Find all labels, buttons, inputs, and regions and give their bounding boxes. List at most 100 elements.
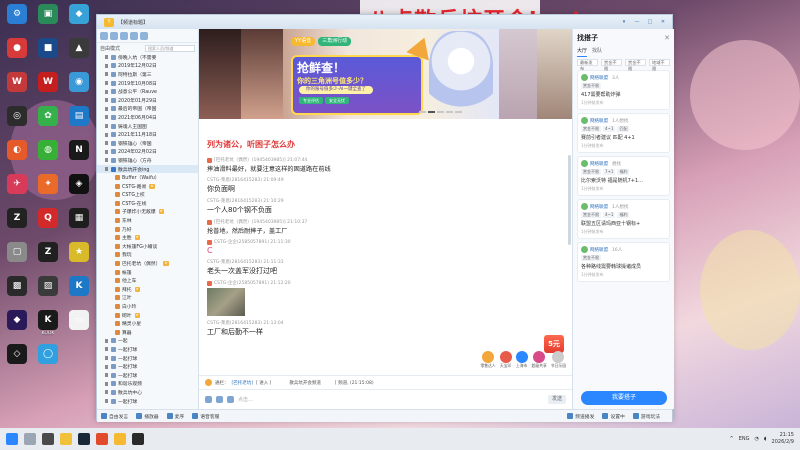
desktop-shortcut[interactable]: ◆ bbox=[64, 4, 94, 38]
pager-dot[interactable] bbox=[437, 111, 444, 113]
desktop-shortcut[interactable]: ◯ bbox=[33, 344, 63, 378]
member-row[interactable]: 主胜 ★ bbox=[97, 233, 198, 242]
scissors-icon[interactable] bbox=[227, 396, 234, 403]
desktop-shortcut[interactable]: ▩ bbox=[2, 276, 32, 310]
desktop-shortcut[interactable]: ◈ bbox=[64, 174, 94, 208]
channel-row[interactable]: 2021年11月18日 bbox=[97, 130, 198, 139]
clock[interactable]: 21:15 2026/2/9 bbox=[772, 432, 794, 446]
network-icon[interactable]: ◔ bbox=[755, 436, 759, 442]
emoji-icon[interactable] bbox=[205, 396, 212, 403]
partner-card[interactable]: 网络联盟 16人 赏金不限 各种路线需要韩球操诸成员 1分钟前发布 bbox=[577, 242, 670, 282]
channel-row[interactable]: 2021年06月04日 bbox=[97, 113, 198, 122]
panel-tab[interactable]: 找队 bbox=[592, 47, 602, 57]
member-row[interactable]: 白小玲 bbox=[97, 302, 198, 311]
gift-item[interactable]: 天宝印 bbox=[499, 351, 512, 369]
desktop-shortcut[interactable]: ◍ bbox=[33, 140, 63, 174]
desktop-shortcut[interactable]: ✦ bbox=[33, 174, 63, 208]
channel-row[interactable]: 散兵坑中心 bbox=[97, 388, 198, 397]
channel-row[interactable]: 2020年01月29日 bbox=[97, 96, 198, 105]
desktop-shortcut[interactable]: W bbox=[33, 72, 63, 106]
desktop-shortcut[interactable]: ◆ bbox=[2, 310, 32, 344]
pager-dot[interactable] bbox=[419, 111, 426, 113]
toolbar-item[interactable]: 自由发言 bbox=[101, 413, 128, 420]
desktop-shortcut[interactable]: ★ bbox=[64, 242, 94, 276]
close-button[interactable]: ✕ bbox=[658, 18, 668, 27]
channel-row[interactable]: 最后的帝国（帝国 bbox=[97, 105, 198, 114]
member-row[interactable]: 子爆炸小无敌爆 ★ bbox=[97, 208, 198, 217]
app-logo-icon[interactable]: Y bbox=[104, 17, 114, 27]
desktop-shortcut[interactable]: K bbox=[64, 276, 94, 310]
desktop-shortcut[interactable]: ◉ bbox=[64, 72, 94, 106]
toolbar-item[interactable]: 语音客服 bbox=[192, 413, 219, 420]
desktop-shortcut[interactable]: ▣ bbox=[33, 4, 63, 38]
mode-label[interactable]: 自由模式 bbox=[100, 45, 120, 52]
obs-icon[interactable] bbox=[132, 433, 144, 445]
member-row[interactable]: 我玩 bbox=[97, 251, 198, 260]
browser-icon[interactable] bbox=[96, 433, 108, 445]
settings-icon[interactable] bbox=[120, 31, 128, 40]
partner-card[interactable]: 网络联盟 1人想找 赏金不限 4~1 匹配 赛前引者建议 匹配 4+1 1分钟前发布 bbox=[577, 113, 670, 153]
member-row[interactable]: 巴托老坑（偶然） ★ bbox=[97, 259, 198, 268]
member-row[interactable]: 算器 bbox=[97, 328, 198, 337]
desktop-shortcut[interactable]: ▲ bbox=[64, 38, 94, 72]
gift-item[interactable]: 上海市 bbox=[515, 351, 528, 369]
channel-row[interactable]: 一起打球 bbox=[97, 354, 198, 363]
toolbar-item[interactable]: 麦序 bbox=[166, 413, 184, 420]
message-sender-time[interactable]: CSTG-莱恩(2816415283) 21:11:33 bbox=[207, 259, 284, 265]
channel-row[interactable]: 一起 bbox=[97, 337, 198, 346]
channel-row[interactable]: 钢铁雄心（方舟 bbox=[97, 156, 198, 165]
desktop-shortcut[interactable]: ▨ bbox=[33, 276, 63, 310]
partner-card[interactable]: 网络联盟 想找 赏金不限 7+1 福利 比尔索沃特 福是随机7+1... 1分钟前发布 bbox=[577, 156, 670, 196]
desktop-shortcut[interactable]: Q bbox=[33, 208, 63, 242]
channel-row[interactable]: 散兵坑开会ing bbox=[97, 164, 198, 174]
share-icon[interactable] bbox=[130, 31, 138, 40]
channel-row[interactable]: 和谐乐观频 bbox=[97, 380, 198, 389]
channel-row[interactable]: 战意公平（Rauve bbox=[97, 87, 198, 96]
minimize-button[interactable]: — bbox=[632, 18, 642, 27]
desktop-shortcut[interactable]: ▭ bbox=[64, 310, 94, 344]
desktop-shortcut[interactable]: Z bbox=[2, 208, 32, 242]
member-row[interactable]: 江叶 bbox=[97, 294, 198, 303]
tray-arrow-icon[interactable]: ^ bbox=[730, 436, 734, 442]
pager-dot[interactable] bbox=[446, 111, 453, 113]
channel-row[interactable]: 2024年02月02日 bbox=[97, 148, 198, 157]
desktop-shortcut[interactable]: W bbox=[2, 72, 32, 106]
toolbar-item[interactable]: 游戏玩法 bbox=[632, 413, 660, 420]
member-row[interactable]: CSTG-路易 ★ bbox=[97, 182, 198, 191]
image-icon[interactable] bbox=[216, 396, 223, 403]
chat-scrollbar[interactable] bbox=[568, 155, 571, 245]
task-view-icon[interactable] bbox=[42, 433, 54, 445]
filter-dropdown[interactable]: 地域不限 bbox=[649, 58, 670, 71]
message-sender-time[interactable]: CSTG-企企(2585057891) 21:11:30 bbox=[214, 239, 291, 245]
channel-row[interactable]: 一起打球 bbox=[97, 362, 198, 371]
voice-enter-link[interactable]: [ 进入 ] bbox=[256, 380, 271, 386]
member-row[interactable]: CSTG-在线 bbox=[97, 199, 198, 208]
member-row[interactable]: 东林 bbox=[97, 216, 198, 225]
send-button[interactable]: 发送 bbox=[548, 395, 566, 404]
channel-row[interactable]: 一起打球 bbox=[97, 345, 198, 354]
close-icon[interactable]: ✕ bbox=[664, 34, 670, 42]
desktop-shortcut[interactable]: ▦ bbox=[64, 208, 94, 242]
desktop-shortcut[interactable]: ◐ bbox=[2, 140, 32, 174]
desktop-shortcut[interactable]: ▤ bbox=[64, 106, 94, 140]
member-row[interactable]: Buffer（Waifu） bbox=[97, 173, 198, 182]
banner-pager[interactable] bbox=[419, 111, 462, 113]
desktop-shortcut[interactable]: K KOOK bbox=[33, 310, 63, 344]
channel-row[interactable]: 一起打球 bbox=[97, 371, 198, 380]
file-explorer-icon[interactable] bbox=[60, 433, 72, 445]
message-sender-time[interactable]: [巴托老坑（偶然）(1945403985)] 21:07:44 bbox=[214, 157, 307, 163]
promo-banner[interactable]: YY语音 三角洲行动 抢鲜查！ 你的三角洲号值多少？ 你的账号值多少-AI一键全… bbox=[199, 29, 572, 119]
channel-row[interactable]: 钢铁雄心（帝国 bbox=[97, 139, 198, 148]
desktop-shortcut[interactable]: ● bbox=[2, 38, 32, 72]
pager-dot[interactable] bbox=[428, 111, 435, 113]
menu-dropdown-button[interactable]: ▾ bbox=[619, 18, 629, 27]
gift-item[interactable]: 零售达人 bbox=[480, 351, 496, 369]
member-row[interactable]: 帐篷 bbox=[97, 268, 198, 277]
member-row[interactable]: 他上车 bbox=[97, 276, 198, 285]
desktop-shortcut[interactable]: ◎ bbox=[2, 106, 32, 140]
maximize-button[interactable]: □ bbox=[645, 18, 655, 27]
search-icon[interactable] bbox=[140, 31, 148, 40]
filter-dropdown[interactable]: 赏金不限 bbox=[625, 58, 646, 71]
gift-item[interactable]: 超级共享 bbox=[532, 351, 547, 369]
toolbar-item[interactable]: 播放器 bbox=[136, 413, 159, 420]
